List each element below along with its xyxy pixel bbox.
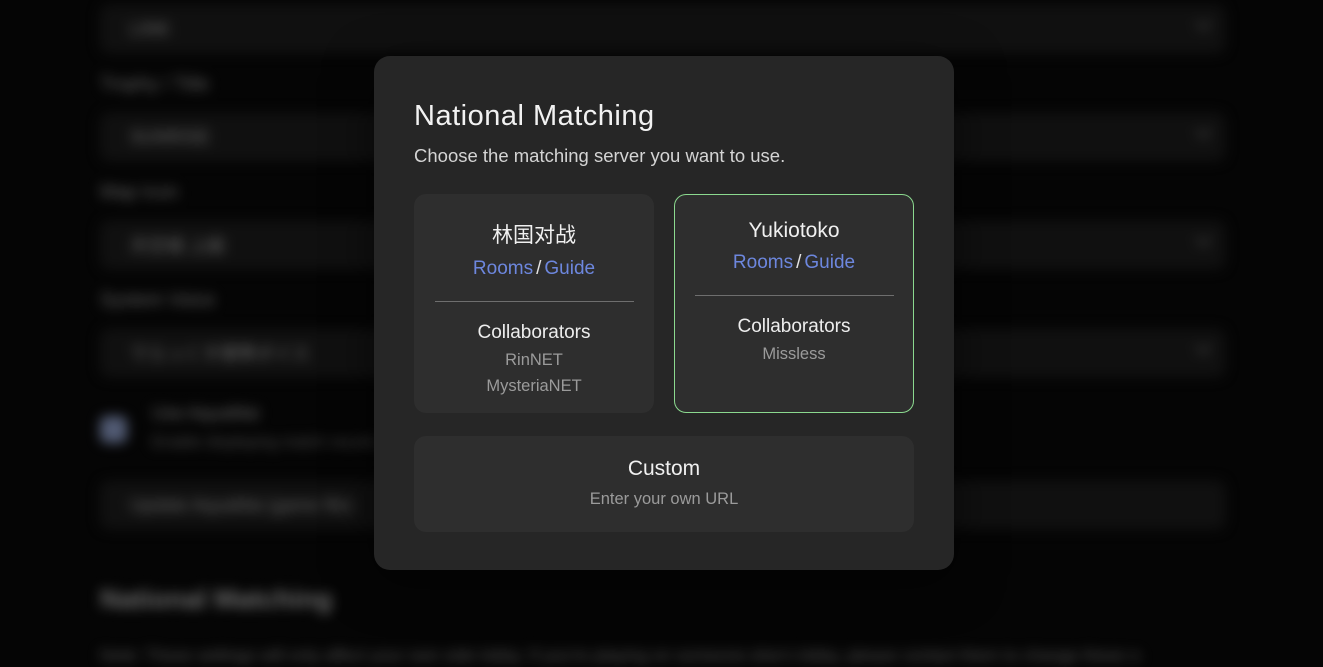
modal-title: National Matching [414,100,914,133]
card-divider [695,295,894,296]
custom-server-card[interactable]: Custom Enter your own URL [414,436,914,532]
server-links: Rooms/Guide [675,252,913,274]
collaborators-label: Collaborators [415,322,653,344]
card-divider [435,301,634,302]
server-links: Rooms/Guide [415,258,653,280]
custom-card-title: Custom [414,457,914,481]
server-card-row: 林国对战 Rooms/Guide Collaborators RinNET My… [414,194,914,413]
server-name: 林国对战 [415,219,653,249]
link-separator: / [536,258,541,279]
national-matching-modal: National Matching Choose the matching se… [374,56,954,570]
server-card-linguo[interactable]: 林国对战 Rooms/Guide Collaborators RinNET My… [414,194,654,413]
server-name: Yukiotoko [675,219,913,243]
collaborator-name: RinNET [415,351,653,370]
guide-link[interactable]: Guide [804,252,855,273]
collaborator-name: MysteriaNET [415,377,653,396]
guide-link[interactable]: Guide [544,258,595,279]
rooms-link[interactable]: Rooms [733,252,793,273]
link-separator: / [796,252,801,273]
collaborators-label: Collaborators [675,316,913,338]
custom-card-subtitle: Enter your own URL [414,490,914,509]
server-card-yukiotoko[interactable]: Yukiotoko Rooms/Guide Collaborators Miss… [674,194,914,413]
modal-subtitle: Choose the matching server you want to u… [414,145,914,167]
rooms-link[interactable]: Rooms [473,258,533,279]
collaborator-name: Missless [675,345,913,364]
